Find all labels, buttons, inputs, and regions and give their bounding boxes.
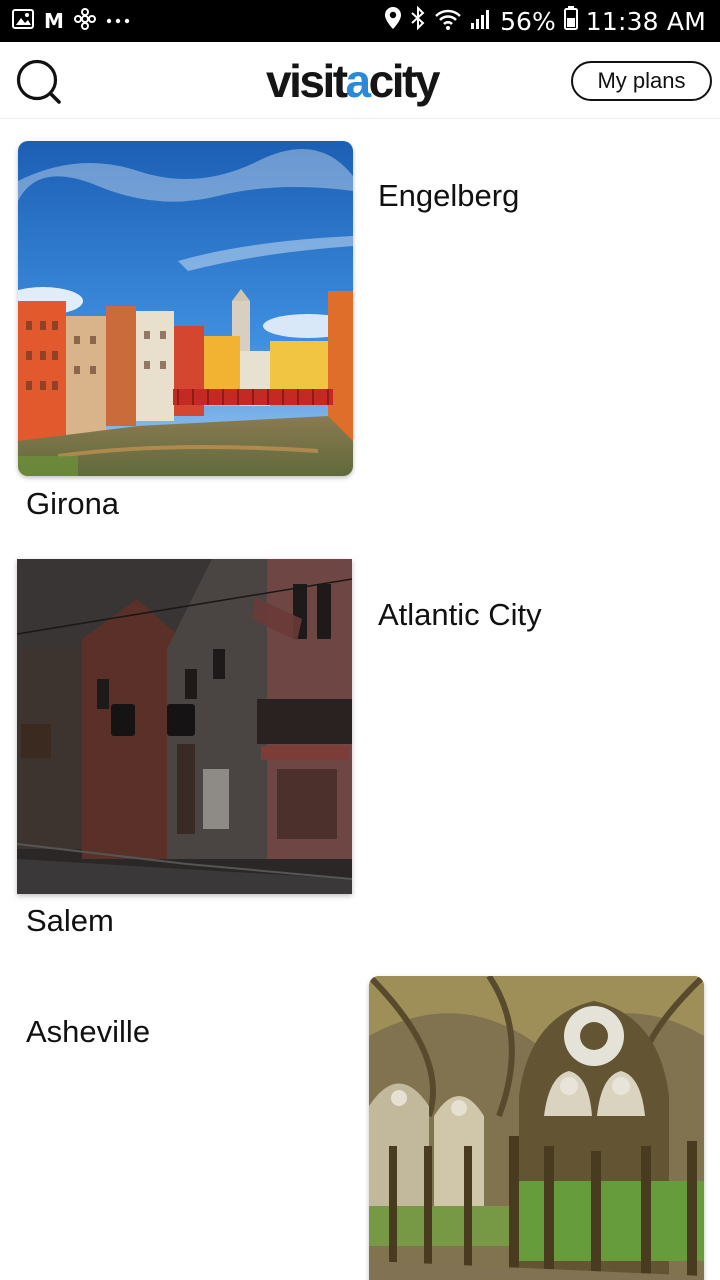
- wifi-icon: [434, 7, 462, 36]
- logo-text-visit: visit: [266, 55, 348, 107]
- my-plans-button[interactable]: My plans: [571, 61, 712, 101]
- battery-percent: 56%: [500, 6, 556, 36]
- city-title-salem[interactable]: Salem: [26, 903, 114, 939]
- cloister-photo: [369, 976, 704, 1280]
- search-icon: [16, 59, 61, 104]
- salem-photo: [17, 559, 352, 894]
- city-title-atlantic-city[interactable]: Atlantic City: [378, 597, 542, 633]
- city-list: Engelberg Girona Atlantic City Salem Ash…: [0, 120, 720, 1280]
- clock: 11:38 AM: [585, 6, 706, 36]
- bluetooth-icon: [410, 5, 426, 36]
- more-dots-icon: [106, 12, 130, 30]
- city-title-girona[interactable]: Girona: [26, 486, 119, 522]
- girona-photo: [18, 141, 353, 476]
- city-title-engelberg[interactable]: Engelberg: [378, 178, 519, 214]
- visitacity-logo[interactable]: visitacity: [266, 54, 441, 108]
- city-image-cloister[interactable]: [369, 976, 704, 1280]
- battery-icon: [563, 6, 578, 36]
- status-bar-left: M: [12, 7, 130, 35]
- city-image-girona[interactable]: [18, 141, 353, 476]
- status-bar: M 56% 11:38 AM: [0, 0, 720, 42]
- signal-icon: [470, 7, 492, 36]
- logo-text-city: city: [368, 55, 441, 107]
- location-icon: [384, 6, 402, 36]
- gallery-icon: [12, 8, 34, 34]
- gmail-icon: M: [44, 9, 64, 33]
- status-bar-right: 56% 11:38 AM: [384, 5, 706, 36]
- city-image-salem[interactable]: [17, 559, 352, 894]
- search-button[interactable]: [14, 58, 64, 108]
- logo-text-accent: a: [345, 55, 372, 107]
- fan-icon: [73, 7, 96, 35]
- app-header: visitacity My plans: [0, 42, 720, 119]
- city-title-asheville[interactable]: Asheville: [26, 1014, 150, 1050]
